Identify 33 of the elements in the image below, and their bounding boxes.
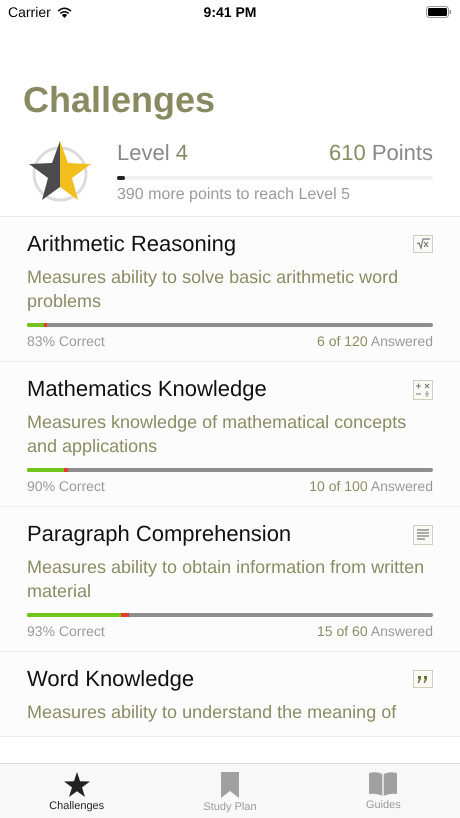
challenge-title: Mathematics Knowledge xyxy=(27,375,267,403)
star-badge-icon xyxy=(27,141,93,203)
tab-item[interactable]: Guides xyxy=(306,764,460,818)
text-lines-icon xyxy=(413,525,433,545)
carrier-label: Carrier xyxy=(8,4,51,20)
challenge-title: Word Knowledge xyxy=(27,665,194,693)
tab-item[interactable]: Study Plan xyxy=(153,764,307,818)
quote-icon xyxy=(413,670,433,688)
correct-percentage: 83% Correct xyxy=(27,333,105,349)
battery-icon xyxy=(426,6,452,18)
challenge-title: Paragraph Comprehension xyxy=(27,520,292,548)
page-title: Challenges xyxy=(22,78,216,122)
correct-percentage: 90% Correct xyxy=(27,478,105,494)
math-operators-icon xyxy=(413,380,433,400)
challenge-description: Measures ability to understand the meaning of xyxy=(27,701,398,724)
challenge-description: Measures ability to solve basic arithmetic word problems xyxy=(27,266,400,313)
clock: 9:41 PM xyxy=(204,4,256,20)
points-label: 610 Points xyxy=(329,140,433,166)
sqrt-icon xyxy=(413,235,433,253)
wifi-icon xyxy=(56,6,73,18)
level-label: Level 4 xyxy=(117,140,188,166)
challenge-description: Measures knowledge of mathematical concepts and applications xyxy=(27,411,408,458)
answered-count: 10 of 100 Answered xyxy=(309,478,433,494)
book-icon xyxy=(369,772,398,796)
correct-percentage: 93% Correct xyxy=(27,623,105,639)
star-icon xyxy=(64,772,90,797)
bookmark-icon xyxy=(220,772,240,798)
challenge-title: Arithmetic Reasoning xyxy=(27,230,236,258)
answered-count: 6 of 120 Answered xyxy=(317,333,433,349)
points-caption: 390 more points to reach Level 5 xyxy=(117,186,352,204)
challenge-description: Measures ability to obtain information from written material xyxy=(27,556,426,603)
answered-count: 15 of 60 Answered xyxy=(317,623,433,639)
tab-item[interactable]: Challenges xyxy=(0,764,154,818)
